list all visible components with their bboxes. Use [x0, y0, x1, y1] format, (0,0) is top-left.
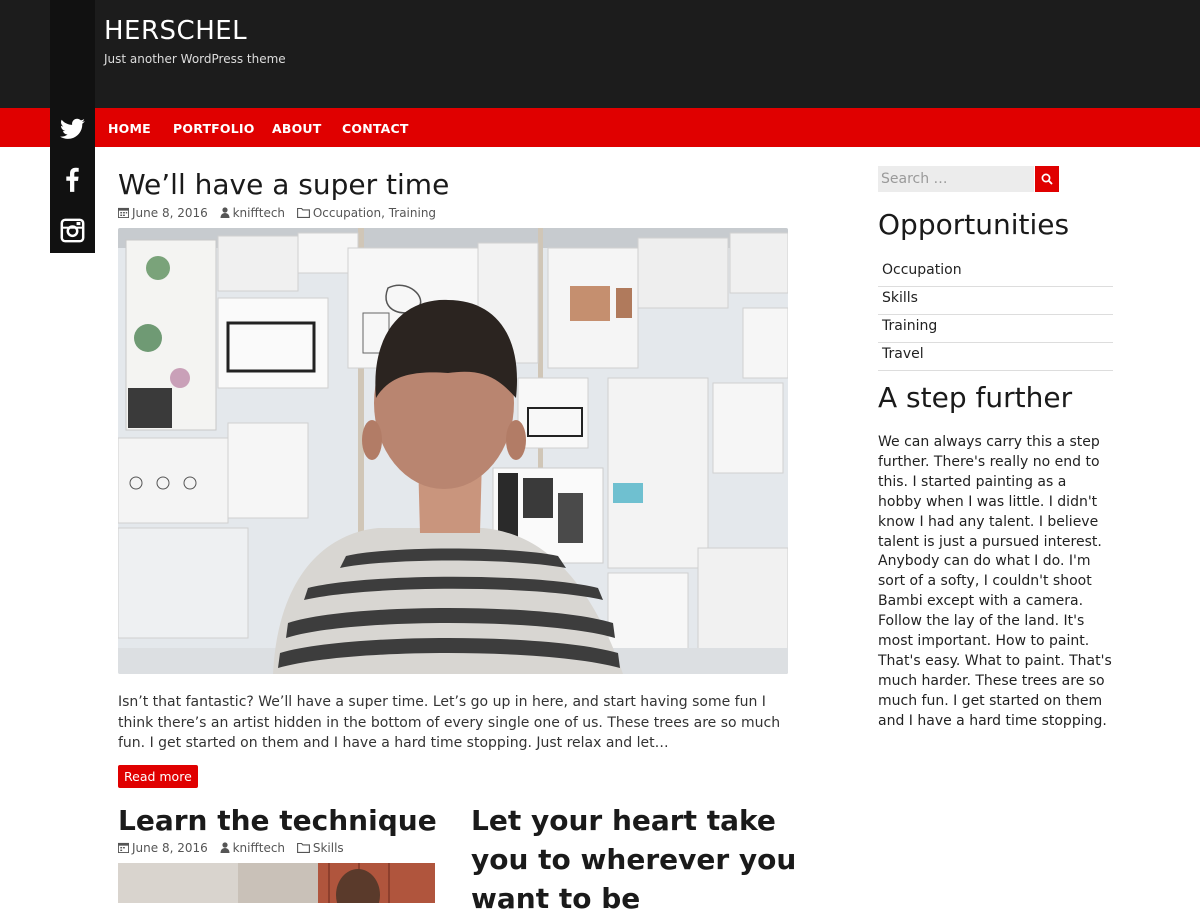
- post-category[interactable]: Skills: [313, 841, 344, 855]
- post-title[interactable]: Learn the technique: [118, 801, 438, 840]
- post-author[interactable]: knifftech: [233, 206, 285, 220]
- post-category[interactable]: Training: [389, 206, 436, 220]
- post-meta: June 8, 2016 knifftech Skills: [118, 841, 344, 856]
- site-tagline: Just another WordPress theme: [104, 52, 286, 66]
- post-date[interactable]: June 8, 2016: [132, 841, 208, 855]
- twitter-icon[interactable]: [59, 116, 86, 143]
- site-header: HERSCHEL Just another WordPress theme: [0, 0, 1200, 108]
- facebook-icon[interactable]: [59, 166, 86, 193]
- instagram-icon[interactable]: [59, 217, 86, 244]
- site-title[interactable]: HERSCHEL: [104, 16, 247, 46]
- post-excerpt: Isn’t that fantastic? We’ll have a super…: [118, 694, 781, 751]
- post-category[interactable]: Occupation: [313, 206, 381, 220]
- featured-image[interactable]: [118, 228, 788, 674]
- category-link[interactable]: Training: [878, 315, 1113, 343]
- calendar-icon: [118, 207, 129, 221]
- post-meta: June 8, 2016 knifftech Occupation, Train…: [118, 206, 436, 221]
- nav-item-portfolio[interactable]: PORTFOLIO: [173, 121, 255, 136]
- nav-item-about[interactable]: ABOUT: [272, 121, 322, 136]
- search-input[interactable]: [878, 166, 1034, 192]
- text-widget-body: We can always carry this a step further.…: [878, 434, 1112, 729]
- post-date[interactable]: June 8, 2016: [132, 206, 208, 220]
- post-title[interactable]: We’ll have a super time: [118, 168, 449, 201]
- categories-widget-title: Opportunities: [878, 208, 1070, 241]
- category-link[interactable]: Skills: [878, 287, 1113, 315]
- category-link[interactable]: Travel: [878, 343, 1113, 371]
- calendar-icon: [118, 842, 129, 856]
- post-author[interactable]: knifftech: [233, 841, 285, 855]
- user-icon: [220, 207, 230, 221]
- user-icon: [220, 842, 230, 856]
- post-title[interactable]: Let your heart take you to wherever you …: [471, 801, 801, 918]
- categories-list: Occupation Skills Training Travel: [878, 259, 1113, 371]
- read-more-button[interactable]: Read more: [118, 765, 198, 788]
- main-nav: HOME PORTFOLIO ABOUT CONTACT: [0, 108, 1200, 147]
- folder-icon: [296, 842, 310, 856]
- search-icon: [1041, 173, 1053, 185]
- search-button[interactable]: [1035, 166, 1059, 192]
- folder-icon: [296, 207, 310, 221]
- nav-item-contact[interactable]: CONTACT: [342, 121, 409, 136]
- social-bar: [50, 0, 95, 253]
- category-link[interactable]: Occupation: [878, 259, 1113, 287]
- nav-item-home[interactable]: HOME: [108, 121, 151, 136]
- text-widget-title: A step further: [878, 381, 1073, 414]
- post-thumbnail[interactable]: [118, 863, 435, 903]
